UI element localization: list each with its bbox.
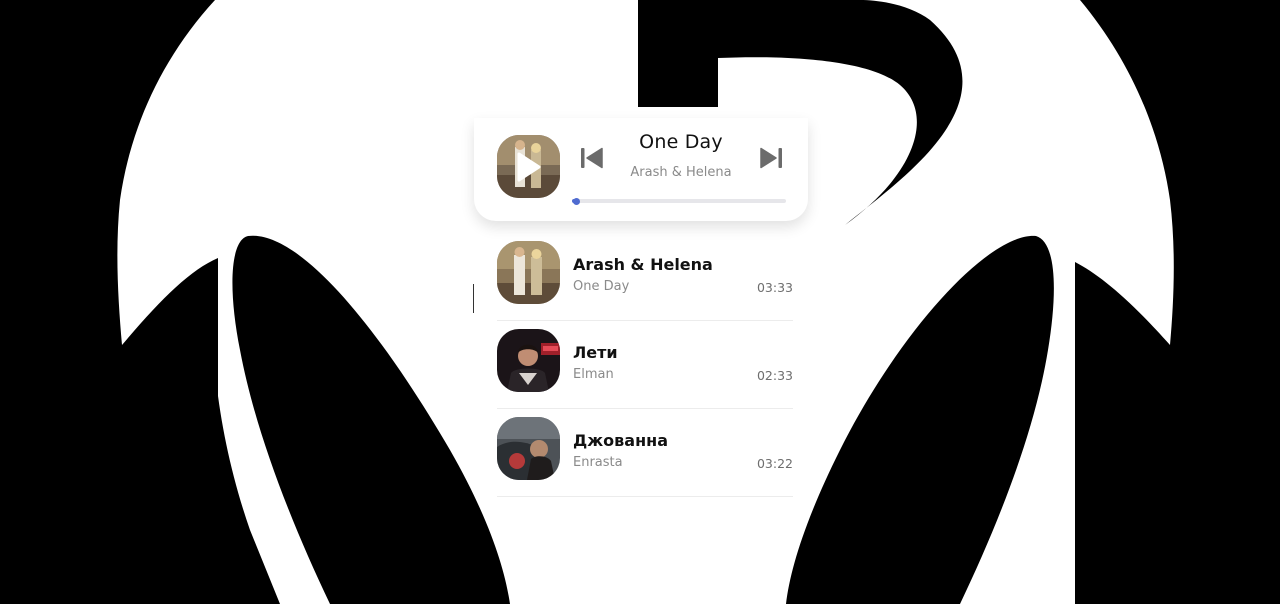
- track-title: Лети: [573, 343, 618, 362]
- skip-next-icon: [760, 147, 782, 169]
- track-list-item[interactable]: Arash & Helena One Day 03:33: [497, 233, 793, 321]
- track-duration: 03:33: [756, 280, 793, 295]
- now-playing-title: One Day: [639, 131, 723, 153]
- play-icon: [517, 152, 540, 181]
- now-playing-cover-art[interactable]: [497, 135, 560, 198]
- track-title: Arash & Helena: [573, 255, 713, 274]
- progress-knob[interactable]: [573, 197, 581, 205]
- track-cover-art: [497, 329, 560, 392]
- track-cover-art: [497, 417, 560, 480]
- track-duration: 03:22: [756, 456, 793, 471]
- app-stage: One Day Arash & Helena Arash & Helena On…: [0, 0, 1280, 604]
- play-button[interactable]: [497, 135, 560, 198]
- track-list-item[interactable]: Джованна Enrasta 03:22: [497, 409, 793, 497]
- track-duration: 02:33: [756, 368, 793, 383]
- now-playing-card: One Day Arash & Helena: [474, 118, 808, 221]
- track-list: Arash & Helena One Day 03:33 Лети Elman …: [497, 233, 793, 497]
- track-artist: Enrasta: [573, 455, 623, 470]
- track-cover-art: [497, 241, 560, 304]
- now-playing-artist: Arash & Helena: [630, 165, 732, 180]
- progress-bar[interactable]: [572, 197, 786, 205]
- skip-previous-icon: [581, 147, 603, 169]
- track-artist: One Day: [573, 279, 630, 294]
- track-artist: Elman: [573, 367, 614, 382]
- track-title: Джованна: [573, 431, 668, 450]
- scroll-edge-marker: [473, 284, 474, 313]
- next-track-button[interactable]: [758, 147, 784, 169]
- previous-track-button[interactable]: [579, 147, 605, 169]
- track-list-item[interactable]: Лети Elman 02:33: [497, 321, 793, 409]
